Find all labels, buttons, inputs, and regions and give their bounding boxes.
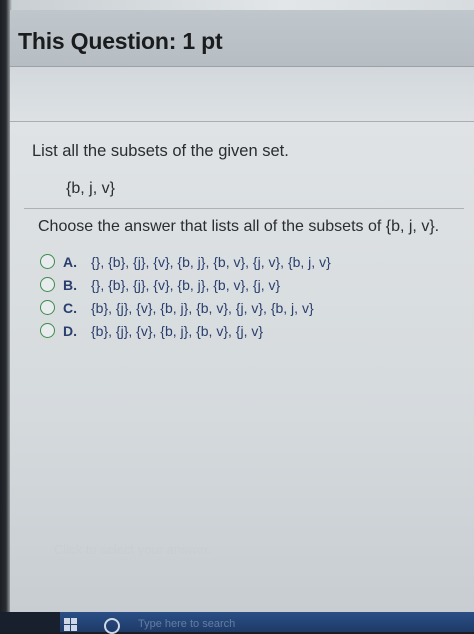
- answer-options: A. {}, {b}, {j}, {v}, {b, j}, {b, v}, {j…: [40, 250, 460, 342]
- radio-button-c[interactable]: [40, 300, 55, 315]
- option-letter: B.: [63, 276, 77, 293]
- question-points-title: This Question: 1 pt: [18, 28, 223, 54]
- screen: This Question: 1 pt List all the subsets…: [0, 0, 474, 634]
- question-text: List all the subsets of the given set.: [32, 142, 289, 160]
- option-text: {}, {b}, {j}, {v}, {b, j}, {b, v}, {j, v…: [91, 276, 281, 293]
- windows-start-icon[interactable]: [64, 618, 78, 632]
- option-text: {}, {b}, {j}, {v}, {b, j}, {b, v}, {j, v…: [91, 253, 331, 270]
- option-c[interactable]: C. {b}, {j}, {v}, {b, j}, {b, v}, {j, v}…: [40, 296, 460, 319]
- answer-prompt: Choose the answer that lists all of the …: [38, 218, 440, 235]
- select-answer-hint: Click to select your answer.: [54, 542, 212, 557]
- taskbar-left-edge: [0, 612, 60, 632]
- radio-button-a[interactable]: [40, 254, 55, 269]
- option-d[interactable]: D. {b}, {j}, {v}, {b, j}, {b, v}, {j, v}: [40, 319, 460, 342]
- option-letter: A.: [63, 253, 77, 270]
- option-b[interactable]: B. {}, {b}, {j}, {v}, {b, j}, {b, v}, {j…: [40, 273, 460, 296]
- taskbar: Type here to search: [0, 612, 474, 634]
- question-content: List all the subsets of the given set. {…: [10, 122, 474, 612]
- option-letter: D.: [63, 322, 77, 339]
- question-header: This Question: 1 pt: [10, 10, 474, 67]
- taskbar-search-input[interactable]: Type here to search: [138, 618, 235, 630]
- option-text: {b}, {j}, {v}, {b, j}, {b, v}, {j, v}: [91, 322, 264, 339]
- option-letter: C.: [63, 299, 77, 316]
- radio-button-b[interactable]: [40, 277, 55, 292]
- option-text: {b}, {j}, {v}, {b, j}, {b, v}, {j, v}, {…: [91, 299, 314, 316]
- radio-button-d[interactable]: [40, 323, 55, 338]
- header-band: [10, 67, 474, 122]
- given-set: {b, j, v}: [66, 180, 115, 197]
- divider: [24, 208, 464, 209]
- option-a[interactable]: A. {}, {b}, {j}, {v}, {b, j}, {b, v}, {j…: [40, 250, 460, 273]
